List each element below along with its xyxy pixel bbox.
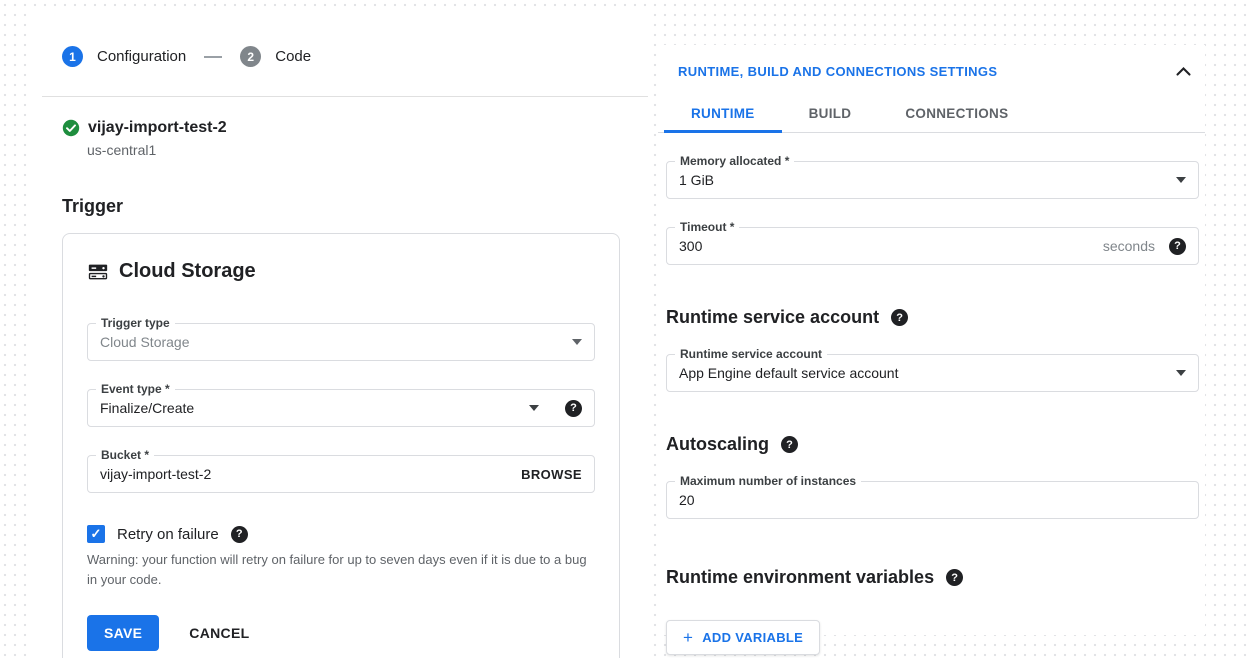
add-variable-button[interactable]: + ADD VARIABLE — [666, 620, 820, 655]
configuration-panel: 1 Configuration 2 Code vijay-import-test… — [30, 8, 648, 658]
step-1-number: 1 — [69, 50, 76, 64]
max-instances-input[interactable] — [679, 492, 1186, 508]
help-glyph: ? — [786, 439, 793, 451]
trigger-type-select[interactable]: Trigger type Cloud Storage — [87, 323, 595, 361]
checkmark-icon: ✓ — [91, 526, 102, 542]
memory-allocated-value: 1 GiB — [679, 172, 1176, 188]
trigger-section-heading: Trigger — [62, 196, 648, 217]
memory-allocated-label: Memory allocated * — [675, 154, 794, 168]
cloud-storage-icon — [87, 261, 109, 283]
trigger-card-title: Cloud Storage — [119, 260, 256, 283]
stepper-divider — [42, 96, 648, 97]
tab-runtime[interactable]: RUNTIME — [664, 96, 782, 133]
dropdown-arrow-icon[interactable] — [529, 405, 539, 411]
service-account-label: Runtime service account — [675, 347, 827, 361]
function-region: us-central1 — [87, 142, 648, 158]
event-type-select[interactable]: Event type * Finalize/Create ? — [87, 389, 595, 427]
dropdown-arrow-icon[interactable] — [1176, 370, 1186, 376]
step-2-number: 2 — [247, 50, 254, 64]
retry-warning-text: Warning: your function will retry on fai… — [87, 550, 592, 589]
max-instances-label: Maximum number of instances — [675, 474, 861, 488]
timeout-input[interactable] — [679, 238, 1103, 254]
autoscaling-heading: Autoscaling — [666, 434, 769, 455]
save-button[interactable]: SAVE — [87, 615, 159, 651]
trigger-type-value: Cloud Storage — [100, 334, 572, 350]
dropdown-arrow-icon[interactable] — [572, 339, 582, 345]
settings-header-title[interactable]: RUNTIME, BUILD AND CONNECTIONS SETTINGS — [678, 64, 997, 79]
service-account-select[interactable]: Runtime service account App Engine defau… — [666, 354, 1199, 392]
tab-connections[interactable]: CONNECTIONS — [878, 96, 1035, 132]
help-glyph: ? — [236, 528, 243, 540]
stepper: 1 Configuration 2 Code — [30, 8, 648, 67]
help-glyph: ? — [1174, 240, 1181, 252]
retry-help-icon[interactable]: ? — [231, 526, 248, 543]
tab-build[interactable]: BUILD — [782, 96, 879, 132]
bucket-label: Bucket * — [96, 448, 154, 462]
timeout-help-icon[interactable]: ? — [1169, 238, 1186, 255]
step-1-indicator[interactable]: 1 — [62, 46, 83, 67]
step-2-label[interactable]: Code — [275, 48, 311, 65]
help-glyph: ? — [951, 572, 958, 584]
event-type-value: Finalize/Create — [100, 400, 529, 416]
step-separator — [204, 56, 222, 58]
cancel-button[interactable]: CANCEL — [189, 625, 249, 641]
bucket-field[interactable]: Bucket * BROWSE — [87, 455, 595, 493]
function-name: vijay-import-test-2 — [88, 119, 227, 137]
chevron-up-icon[interactable] — [1176, 67, 1191, 76]
trigger-type-label: Trigger type — [96, 316, 175, 330]
settings-tabs: RUNTIME BUILD CONNECTIONS — [658, 96, 1205, 133]
timeout-label: Timeout * — [675, 220, 739, 234]
settings-header[interactable]: RUNTIME, BUILD AND CONNECTIONS SETTINGS — [658, 45, 1205, 79]
service-account-value: App Engine default service account — [679, 365, 1176, 381]
max-instances-field[interactable]: Maximum number of instances — [666, 481, 1199, 519]
step-1-label[interactable]: Configuration — [97, 48, 186, 65]
env-vars-help-icon[interactable]: ? — [946, 569, 963, 586]
trigger-card: Cloud Storage Trigger type Cloud Storage… — [62, 233, 620, 658]
memory-allocated-select[interactable]: Memory allocated * 1 GiB — [666, 161, 1199, 199]
help-glyph: ? — [570, 402, 577, 414]
timeout-suffix: seconds — [1103, 238, 1155, 254]
event-type-label: Event type * — [96, 382, 175, 396]
dropdown-arrow-icon[interactable] — [1176, 177, 1186, 183]
service-account-help-icon[interactable]: ? — [891, 309, 908, 326]
add-variable-label: ADD VARIABLE — [702, 630, 803, 645]
help-glyph: ? — [896, 312, 903, 324]
service-account-heading: Runtime service account — [666, 307, 879, 328]
plus-icon: + — [683, 629, 693, 646]
env-vars-heading: Runtime environment variables — [666, 567, 934, 588]
retry-label[interactable]: Retry on failure — [117, 526, 219, 543]
browse-button[interactable]: BROWSE — [521, 467, 582, 482]
retry-checkbox[interactable]: ✓ — [87, 525, 105, 543]
timeout-field[interactable]: Timeout * seconds ? — [666, 227, 1199, 265]
bucket-input[interactable] — [100, 466, 521, 482]
success-check-icon — [62, 119, 80, 137]
settings-panel: RUNTIME, BUILD AND CONNECTIONS SETTINGS … — [658, 45, 1205, 635]
event-type-help-icon[interactable]: ? — [565, 400, 582, 417]
step-2-indicator[interactable]: 2 — [240, 46, 261, 67]
autoscaling-help-icon[interactable]: ? — [781, 436, 798, 453]
